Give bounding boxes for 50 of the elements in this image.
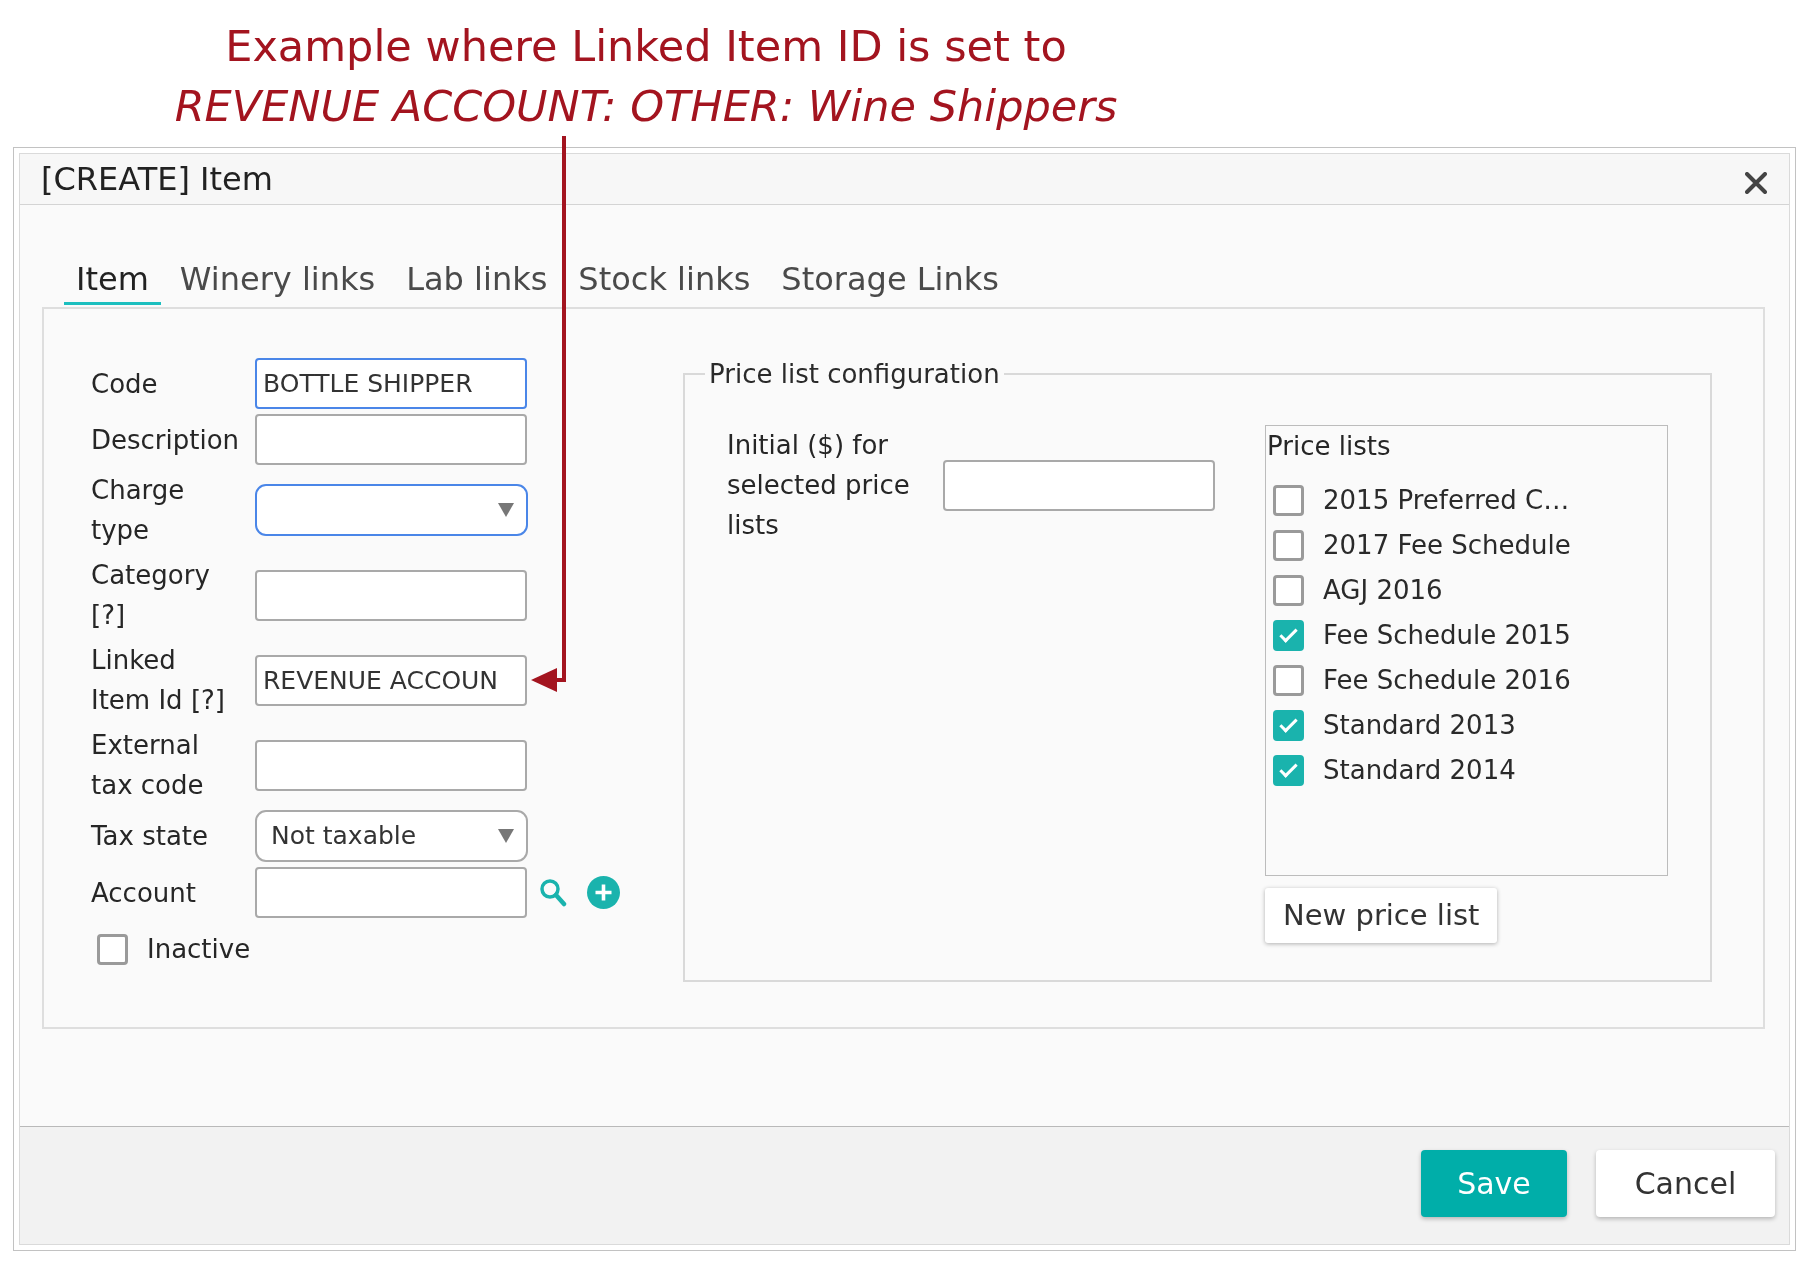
caret-icon xyxy=(498,503,514,517)
price-list-name: AGJ 2016 xyxy=(1323,574,1443,607)
close-icon[interactable] xyxy=(1745,172,1767,194)
text-field[interactable] xyxy=(255,867,527,918)
text-field[interactable] xyxy=(943,459,1215,511)
price-list-name: 2015 Preferred C… xyxy=(1323,484,1570,517)
tab[interactable]: Storage Links xyxy=(769,255,1011,305)
annotation-text: Example where Linked Item ID is set to REVENUE ACCOUNT: OTHER: Wine Shippers xyxy=(173,20,1119,133)
field-label: Account xyxy=(91,876,197,910)
field-label: Initial ($) for selected price lists xyxy=(727,429,911,542)
field-label: Tax state xyxy=(91,820,210,853)
price-list-name: Fee Schedule 2016 xyxy=(1323,664,1571,697)
field-label: Charge type xyxy=(91,474,186,547)
checkbox[interactable] xyxy=(97,934,128,965)
cancel-button[interactable]: Cancel xyxy=(1596,1150,1775,1217)
checkbox[interactable] xyxy=(1273,575,1304,606)
checkbox-label: Inactive xyxy=(147,933,251,966)
tab[interactable]: Stock links xyxy=(566,255,763,305)
new-price-list-button[interactable]: New price list xyxy=(1265,888,1498,943)
text-field[interactable] xyxy=(255,569,527,621)
checkbox[interactable] xyxy=(1273,755,1304,786)
tab[interactable]: Item xyxy=(64,255,161,305)
checkbox[interactable] xyxy=(1273,530,1304,561)
caret-icon xyxy=(498,829,514,843)
field-label: Linked Item Id [?] xyxy=(91,644,226,717)
field-label: Category [?] xyxy=(91,559,211,632)
field-label: Description xyxy=(91,423,241,457)
group-title: Price list configuration xyxy=(708,359,1001,389)
checkbox[interactable] xyxy=(1273,710,1304,741)
price-list-name: Standard 2014 xyxy=(1323,754,1516,787)
add-icon[interactable] xyxy=(587,876,620,909)
checkbox[interactable] xyxy=(1273,665,1304,696)
price-list-name: Fee Schedule 2015 xyxy=(1323,619,1571,652)
text-field[interactable] xyxy=(255,414,527,465)
checkbox[interactable] xyxy=(1273,620,1304,651)
search-icon[interactable] xyxy=(539,877,567,908)
dialog-title: [CREATE] Item xyxy=(41,159,273,200)
text-field[interactable]: BOTTLE SHIPPER xyxy=(255,358,527,409)
price-list-name: 2017 Fee Schedule xyxy=(1323,529,1571,562)
price-list-name: Standard 2013 xyxy=(1323,709,1516,742)
text-field[interactable] xyxy=(255,739,527,791)
tab[interactable]: Lab links xyxy=(394,255,560,305)
select-field[interactable] xyxy=(255,484,528,536)
field-label: External tax code xyxy=(91,729,205,802)
checkbox[interactable] xyxy=(1273,485,1304,516)
text-field[interactable]: REVENUE ACCOUN xyxy=(255,654,527,706)
field-label: Code xyxy=(91,367,159,401)
select-field[interactable]: Not taxable xyxy=(255,810,528,862)
list-title: Price lists xyxy=(1267,430,1392,463)
tab[interactable]: Winery links xyxy=(167,255,388,305)
